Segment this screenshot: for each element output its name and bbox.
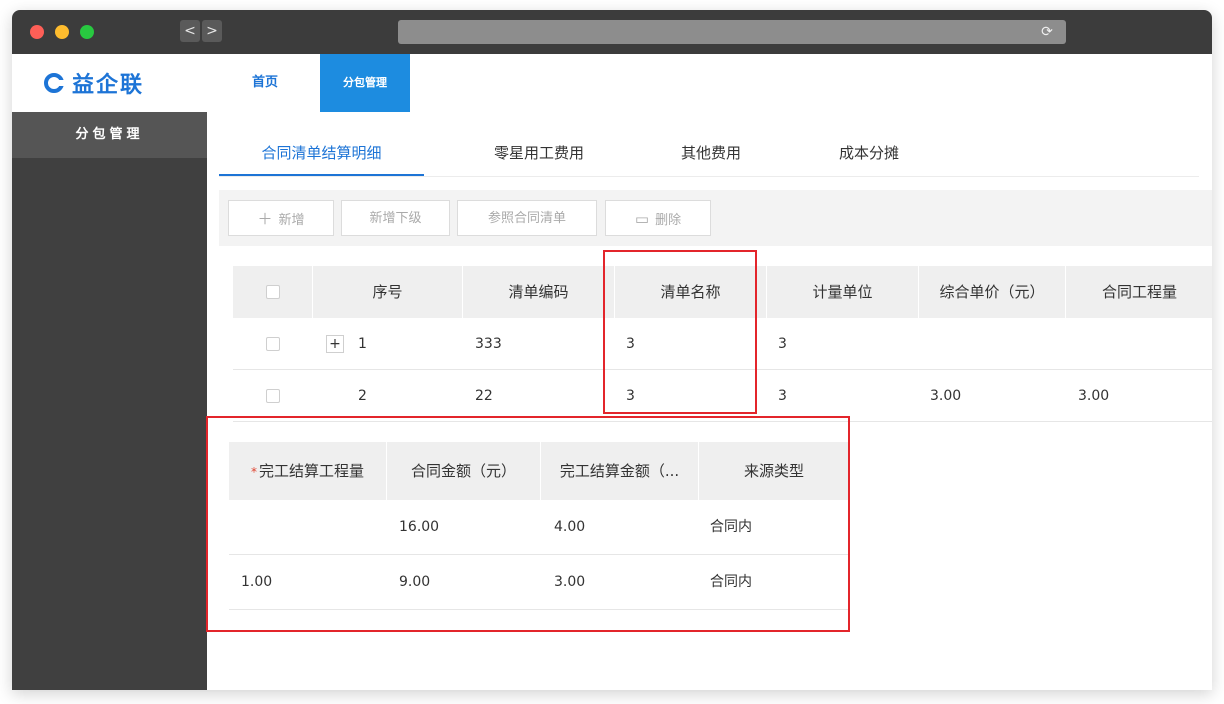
close-window-button[interactable] bbox=[30, 25, 44, 39]
sidebar: 分包管理 bbox=[12, 112, 207, 690]
column-header-contract-qty[interactable]: 合同工程量 bbox=[1066, 266, 1212, 318]
delete-button-label: 删除 bbox=[655, 213, 682, 228]
header-select-cell bbox=[233, 266, 313, 318]
delete-button[interactable]: ▭ 删除 bbox=[605, 200, 711, 236]
column-header-unit-price[interactable]: 综合单价（元） bbox=[919, 266, 1066, 318]
chevron-left-icon: < bbox=[184, 23, 196, 39]
minimize-window-button[interactable] bbox=[55, 25, 69, 39]
add-child-button[interactable]: 新增下级 bbox=[341, 200, 450, 236]
trash-icon: ▭ bbox=[634, 210, 650, 228]
reload-icon[interactable]: ⟳ bbox=[1038, 23, 1056, 41]
column-header-unit[interactable]: 计量单位 bbox=[767, 266, 919, 318]
cell-unit-price: 3.00 bbox=[930, 388, 962, 404]
select-all-checkbox[interactable] bbox=[266, 285, 280, 299]
maximize-window-button[interactable] bbox=[80, 25, 94, 39]
cell-index: 2 bbox=[358, 388, 367, 404]
add-button[interactable]: ＋ 新增 bbox=[228, 200, 334, 236]
reference-contract-list-button[interactable]: 参照合同清单 bbox=[457, 200, 597, 236]
highlight-box-settlement-table bbox=[206, 416, 850, 632]
logo-text: 益企联 bbox=[72, 73, 145, 98]
column-header-index[interactable]: 序号 bbox=[313, 266, 463, 318]
plus-icon: ＋ bbox=[257, 210, 273, 228]
cell-contract-qty: 3.00 bbox=[1078, 388, 1110, 404]
app-header: 益企联 首页 分包管理 bbox=[12, 54, 1212, 113]
cell-unit: 3 bbox=[778, 388, 787, 404]
highlight-box-name-column bbox=[603, 250, 757, 414]
cell-code: 22 bbox=[475, 388, 493, 404]
add-child-button-label: 新增下级 bbox=[369, 211, 422, 226]
reference-contract-list-label: 参照合同清单 bbox=[487, 211, 566, 226]
sidebar-item-subcontract-management[interactable]: 分包管理 bbox=[12, 112, 207, 158]
row-checkbox[interactable] bbox=[266, 337, 280, 351]
nav-subcontract-management[interactable]: 分包管理 bbox=[320, 54, 410, 112]
column-header-code[interactable]: 清单编码 bbox=[463, 266, 615, 318]
nav-home[interactable]: 首页 bbox=[240, 54, 290, 112]
cell-code: 333 bbox=[475, 336, 502, 352]
add-button-label: 新增 bbox=[278, 213, 305, 228]
tab-contract-settlement-detail[interactable]: 合同清单结算明细 bbox=[219, 140, 424, 176]
chevron-right-icon: > bbox=[206, 23, 218, 39]
logo-icon bbox=[44, 73, 64, 93]
toolbar: ＋ 新增 新增下级 参照合同清单 ▭ 删除 bbox=[219, 190, 1212, 246]
forward-button[interactable]: > bbox=[202, 20, 222, 42]
row-checkbox[interactable] bbox=[266, 389, 280, 403]
expand-row-icon[interactable]: + bbox=[326, 335, 344, 353]
tab-other-cost[interactable]: 其他费用 bbox=[661, 140, 761, 174]
logo[interactable]: 益企联 bbox=[44, 68, 144, 98]
tab-bar: 合同清单结算明细 零星用工费用 其他费用 成本分摊 bbox=[219, 140, 1199, 177]
cell-index: 1 bbox=[358, 336, 367, 352]
address-bar[interactable]: ⟳ bbox=[398, 20, 1066, 44]
title-bar: < > ⟳ bbox=[12, 10, 1212, 54]
tab-casual-labor-cost[interactable]: 零星用工费用 bbox=[474, 140, 604, 174]
back-button[interactable]: < bbox=[180, 20, 200, 42]
tab-cost-allocation[interactable]: 成本分摊 bbox=[819, 140, 919, 174]
cell-unit: 3 bbox=[778, 336, 787, 352]
